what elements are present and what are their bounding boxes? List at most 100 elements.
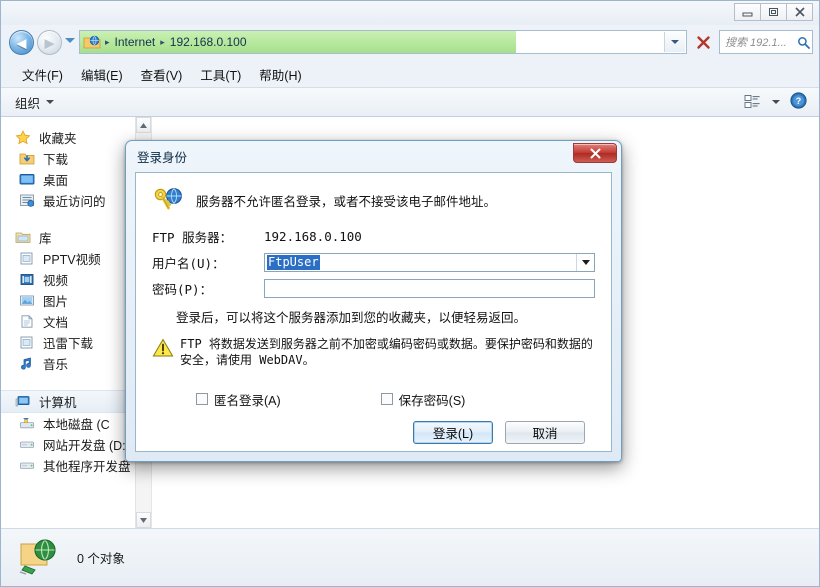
scroll-up-icon[interactable] (136, 117, 151, 133)
forward-button[interactable]: ▶ (37, 30, 62, 55)
search-placeholder: 搜索 192.1... (725, 37, 787, 49)
history-dropdown-icon[interactable] (65, 38, 75, 43)
dialog-close-button[interactable] (573, 143, 617, 163)
pictures-icon (19, 293, 37, 309)
organize-label: 组织 (15, 96, 41, 111)
organize-button[interactable]: 组织 (1, 93, 55, 112)
key-globe-icon (152, 187, 186, 217)
window-controls (734, 3, 813, 21)
status-object-count: 0 个对象 (77, 552, 125, 566)
anonymous-login-checkbox[interactable]: 匿名登录(A) (196, 390, 281, 409)
navigation-bar: ◀ ▶ ▸ Internet ▸ 192.168.0.100 搜索 192.1.… (1, 25, 819, 61)
view-layout-button[interactable] (744, 94, 780, 110)
menu-view[interactable]: 查看(V) (132, 63, 192, 86)
explorer-window: ◀ ▶ ▸ Internet ▸ 192.168.0.100 搜索 192.1.… (0, 0, 820, 587)
sidebar-item-label: 其他程序开发盘 (43, 460, 131, 474)
sidebar-item-label: 最近访问的 (43, 195, 106, 209)
checkbox-box (196, 393, 208, 406)
menu-help[interactable]: 帮助(H) (250, 63, 310, 86)
videos-icon (19, 272, 37, 288)
drive-icon (19, 437, 37, 453)
ftp-server-label: FTP 服务器： (152, 230, 233, 245)
dialog-warning-text: FTP 将数据发送到服务器之前不加密或编码密码或数据。要保护密码和数据的安全，请… (180, 336, 593, 367)
folder-icon (19, 251, 37, 267)
breadcrumb: ▸ Internet ▸ 192.168.0.100 (80, 31, 251, 53)
help-icon: ? (790, 92, 807, 109)
username-dropdown-button[interactable] (576, 254, 594, 271)
sidebar-item-label: 迅雷下载 (43, 337, 94, 351)
sidebar-item-label: 库 (39, 232, 52, 246)
sidebar-item-label: 桌面 (43, 174, 69, 188)
help-button[interactable]: ? (790, 92, 807, 112)
save-password-checkbox[interactable]: 保存密码(S) (380, 390, 466, 409)
address-dropdown-button[interactable] (664, 32, 685, 52)
dialog-message: 服务器不允许匿名登录，或者不接受该电子邮件地址。 (196, 195, 497, 209)
save-password-label: 保存密码(S) (398, 393, 466, 408)
recent-places-icon (19, 193, 37, 209)
dialog-title: 登录身份 (137, 151, 188, 165)
minimize-button[interactable] (734, 3, 761, 21)
command-bar: 组织 ? (1, 87, 819, 117)
ftp-site-icon (83, 34, 101, 50)
password-input[interactable] (264, 279, 595, 298)
chevron-down-icon (671, 40, 679, 44)
dialog-checkbox-row: 匿名登录(A) 保存密码(S) (136, 368, 611, 409)
folder-icon (19, 335, 37, 351)
menu-tools[interactable]: 工具(T) (191, 63, 250, 86)
breadcrumb-item-host[interactable]: 192.168.0.100 (166, 35, 251, 49)
anonymous-login-label: 匿名登录(A) (214, 393, 281, 408)
sidebar-item-label: 计算机 (39, 396, 77, 410)
address-bar[interactable]: ▸ Internet ▸ 192.168.0.100 (79, 30, 687, 54)
dialog-note: 登录后，可以将这个服务器添加到您的收藏夹，以便轻易返回。 (176, 311, 527, 325)
sidebar-item-label: 图片 (43, 295, 69, 309)
sidebar-item-label: 收藏夹 (39, 132, 77, 146)
sidebar-item-label: 本地磁盘 (C (43, 418, 110, 432)
username-combobox[interactable]: FtpUser (264, 253, 595, 272)
username-value: FtpUser (267, 254, 320, 271)
scroll-down-icon[interactable] (136, 512, 151, 528)
system-drive-icon (19, 416, 37, 432)
dialog-warning-row: FTP 将数据发送到服务器之前不加密或编码密码或数据。要保护密码和数据的安全，请… (136, 328, 611, 368)
login-button[interactable]: 登录(L) (413, 420, 493, 444)
search-input[interactable]: 搜索 192.1... (719, 30, 813, 54)
close-button[interactable] (786, 3, 813, 21)
breadcrumb-item-internet[interactable]: Internet (111, 35, 160, 49)
window-titlebar (1, 1, 819, 25)
chevron-down-icon (581, 260, 590, 265)
sidebar-item-label: 网站开发盘 (D:) (43, 439, 130, 453)
ftp-server-value: 192.168.0.100 (264, 229, 362, 244)
search-icon (794, 36, 812, 49)
checkbox-box (380, 393, 393, 406)
documents-icon (19, 314, 37, 330)
sidebar-item-label: 视频 (43, 274, 69, 288)
stop-button[interactable] (691, 30, 715, 54)
file-list-scrollbar[interactable] (804, 117, 819, 528)
cancel-button[interactable]: 取消 (505, 420, 585, 444)
back-button[interactable]: ◀ (9, 30, 34, 55)
sidebar-item-label: 下载 (43, 153, 69, 167)
sidebar-item-label: PPTV视频 (43, 253, 101, 267)
sidebar-item-label: 文档 (43, 316, 69, 330)
downloads-icon (19, 151, 37, 167)
warning-icon (152, 338, 174, 358)
chevron-down-icon (46, 100, 55, 104)
username-label: 用户名(U)： (152, 256, 225, 271)
drive-icon (19, 458, 37, 474)
dialog-message-row: 服务器不允许匿名登录，或者不接受该电子邮件地址。 (136, 173, 611, 221)
svg-text:?: ? (796, 96, 802, 106)
command-bar-right: ? (744, 92, 819, 112)
sidebar-item-label: 音乐 (43, 358, 69, 372)
computer-icon (15, 394, 33, 410)
menu-file[interactable]: 文件(F) (13, 63, 72, 86)
back-arrow-icon: ◀ (16, 35, 27, 50)
dialog-button-row: 登录(L) 取消 (136, 409, 611, 444)
libraries-icon (15, 230, 33, 246)
star-icon (15, 129, 33, 146)
music-icon (19, 356, 37, 372)
login-form: FTP 服务器： 192.168.0.100 用户名(U)： FtpUser 密… (136, 221, 611, 298)
restore-button[interactable] (760, 3, 787, 21)
dialog-body: 服务器不允许匿名登录，或者不接受该电子邮件地址。 FTP 服务器： 192.16… (135, 172, 612, 452)
view-layout-icon (744, 95, 760, 108)
menu-edit[interactable]: 编辑(E) (72, 63, 132, 86)
dialog-titlebar: 登录身份 (129, 143, 618, 169)
